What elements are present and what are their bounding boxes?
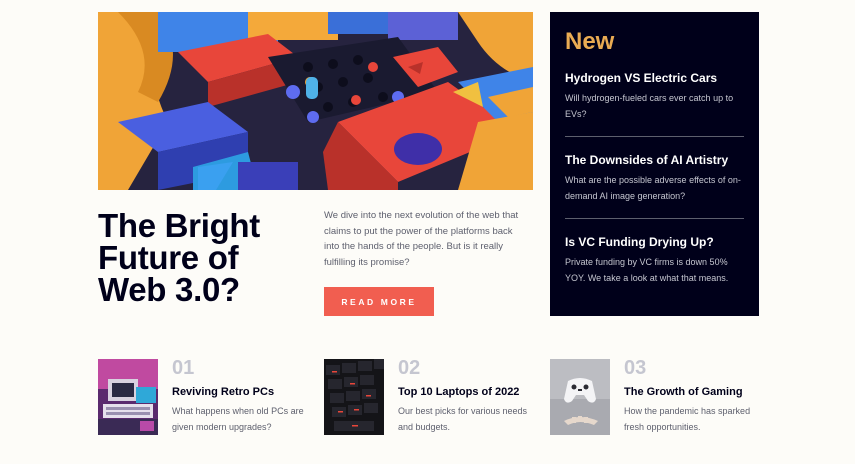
list-number: 01 xyxy=(172,357,195,379)
divider xyxy=(565,218,744,219)
hero-title: The Bright Future of Web 3.0? xyxy=(98,209,308,308)
list-item[interactable]: 02 Top 10 Laptops of 2022 Our best picks… xyxy=(324,357,554,439)
list-number: 03 xyxy=(624,357,647,379)
new-item-title[interactable]: The Downsides of AI Artistry xyxy=(565,153,744,168)
list-description: How the pandemic has sparked fresh oppor… xyxy=(624,406,751,432)
list-number: 02 xyxy=(398,357,421,379)
abstract-3d-blocks-image xyxy=(98,12,533,190)
new-item-description: Will hydrogen-fueled cars ever catch up … xyxy=(565,93,734,119)
new-heading: New xyxy=(565,28,615,55)
hero-title-line: Web 3.0? xyxy=(98,271,240,308)
new-item-title[interactable]: Hydrogen VS Electric Cars xyxy=(565,71,744,86)
hero-description: We dive into the next evolution of the w… xyxy=(324,210,519,268)
retro-pc-image[interactable] xyxy=(98,359,158,435)
game-controller-image[interactable] xyxy=(550,359,610,435)
new-panel: New Hydrogen VS Electric Cars Will hydro… xyxy=(550,12,759,316)
divider xyxy=(565,136,744,137)
list-item[interactable]: 01 Reviving Retro PCs What happens when … xyxy=(98,357,328,439)
list-description: Our best picks for various needs and bud… xyxy=(398,406,528,432)
list-title[interactable]: The Growth of Gaming xyxy=(624,385,743,399)
new-item-title[interactable]: Is VC Funding Drying Up? xyxy=(565,235,744,250)
hero-image[interactable] xyxy=(98,12,533,190)
list-item[interactable]: 03 The Growth of Gaming How the pandemic… xyxy=(550,357,780,439)
laptop-keyboard-image[interactable] xyxy=(324,359,384,435)
list-description: What happens when old PCs are given mode… xyxy=(172,406,304,432)
new-item[interactable]: The Downsides of AI Artistry What are th… xyxy=(565,153,744,204)
new-item[interactable]: Is VC Funding Drying Up? Private funding… xyxy=(565,235,744,286)
list-title[interactable]: Reviving Retro PCs xyxy=(172,385,274,399)
new-item-description: What are the possible adverse effects of… xyxy=(565,175,741,201)
new-item-description: Private funding by VC firms is down 50% … xyxy=(565,257,729,283)
new-item[interactable]: Hydrogen VS Electric Cars Will hydrogen-… xyxy=(565,71,744,122)
read-more-button[interactable]: READ MORE xyxy=(324,287,434,316)
list-title[interactable]: Top 10 Laptops of 2022 xyxy=(398,385,519,399)
